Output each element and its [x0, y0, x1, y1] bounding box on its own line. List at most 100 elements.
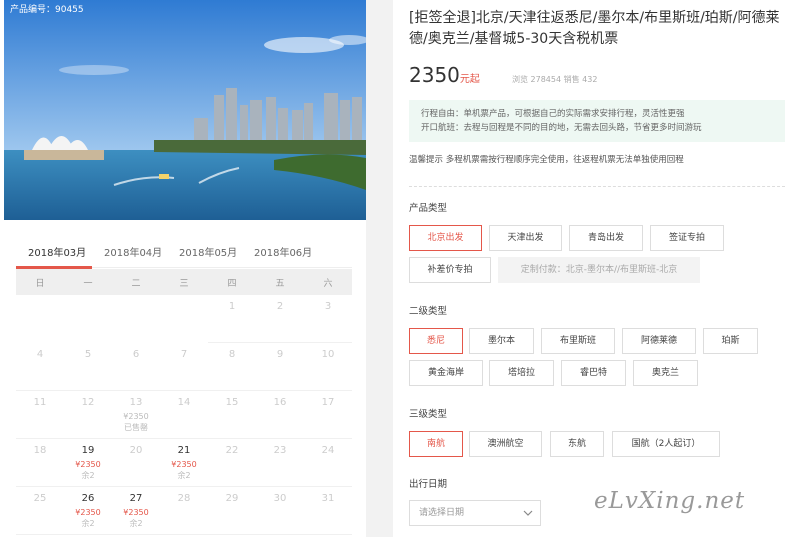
option-beijing-departure[interactable]: 北京出发	[409, 225, 482, 251]
option-level2-6[interactable]: 塔培拉	[489, 360, 554, 386]
weekday-label: 三	[179, 279, 189, 289]
level3-label: 三级类型	[409, 409, 448, 420]
option-gold-coast[interactable]: 黄金海岸	[409, 360, 483, 386]
day-price: ¥2350	[123, 508, 149, 517]
day-number: 19	[81, 445, 95, 456]
price-line: 2350元起 浏览 278454 销售 432	[409, 63, 597, 87]
day-price: ¥2350	[123, 412, 149, 421]
day-stock: 余2	[129, 519, 143, 528]
level2-label: 二级类型	[409, 306, 448, 317]
day-number: 3	[324, 301, 332, 312]
option-visa[interactable]: 签证专拍	[650, 225, 724, 251]
day-number: 31	[321, 493, 335, 504]
day-number: 14	[177, 397, 191, 408]
day-number: 7	[180, 349, 188, 360]
option-china-eastern[interactable]: 东航	[550, 431, 604, 457]
calendar-day[interactable]: 21 ¥2350 余2	[160, 439, 208, 487]
option-brisbane[interactable]: 布里斯班	[541, 328, 615, 354]
calendar-day: 17	[304, 391, 352, 439]
calendar-day: 25	[16, 487, 64, 535]
product-image: 产品编号：90455	[4, 0, 366, 220]
option-air-china[interactable]: 国航（2人起订）	[612, 431, 720, 457]
watermark: eLvXing.net	[594, 488, 746, 514]
sydney-harbour-image	[4, 0, 366, 220]
price-unit: 元起	[459, 74, 480, 85]
chevron-down-icon	[522, 501, 534, 535]
day-number: 17	[321, 397, 335, 408]
option-adelaide[interactable]: 阿德莱德	[622, 328, 696, 354]
option-auckland[interactable]: 奥克兰	[633, 360, 698, 386]
option-price-diff[interactable]: 补差价专拍	[409, 257, 491, 283]
tab-month-2[interactable]: 2018年04月	[104, 244, 162, 259]
calendar-day: 12	[64, 391, 112, 439]
day-number: 10	[321, 349, 335, 360]
calendar-day[interactable]: 19 ¥2350 余2	[64, 439, 112, 487]
day-number: 12	[81, 397, 95, 408]
calendar-day: 2	[256, 295, 304, 343]
calendar-day: 20	[112, 439, 160, 487]
day-number: 2	[276, 301, 284, 312]
calendar-day: 28	[160, 487, 208, 535]
price-value: 2350	[409, 63, 460, 87]
weekday-label: 四	[227, 279, 237, 289]
day-number: 15	[225, 397, 239, 408]
tab-month-1[interactable]: 2018年03月	[28, 244, 86, 259]
option-perth[interactable]: 珀斯	[703, 328, 758, 354]
date-select[interactable]: 请选择日期	[409, 500, 541, 526]
day-number: 27	[129, 493, 143, 504]
option-qantas[interactable]: 澳洲航空	[469, 431, 542, 457]
calendar-day[interactable]: 26 ¥2350 余2	[64, 487, 112, 535]
calendar-day: 18	[16, 439, 64, 487]
weekday-label: 一	[83, 279, 93, 289]
weekday-label: 日	[35, 279, 45, 289]
info-box: 行程自由：单机票产品，可根据自己的实际需求安排行程，灵活性更强 开口航班：去程与…	[409, 100, 785, 142]
weekday-header: 日 一 二 三 四 五 六	[16, 269, 352, 295]
calendar-day[interactable]: 27 ¥2350 余2	[112, 487, 160, 535]
calendar-day: 22	[208, 439, 256, 487]
day-number: 8	[228, 349, 236, 360]
date-select-value: 请选择日期	[419, 508, 465, 518]
day-number: 25	[33, 493, 47, 504]
calendar-day: 1	[208, 295, 256, 343]
divider	[409, 186, 785, 187]
day-number: 1	[228, 301, 236, 312]
calendar-day: 29	[208, 487, 256, 535]
view-sales-stats: 浏览 278454 销售 432	[512, 75, 598, 84]
day-number: 18	[33, 445, 47, 456]
day-number: 30	[273, 493, 287, 504]
option-tianjin-departure[interactable]: 天津出发	[489, 225, 562, 251]
day-stock: 余2	[81, 471, 95, 480]
tab-month-3[interactable]: 2018年05月	[179, 244, 237, 259]
left-panel: 产品编号：90455 2018年03月 2018年04月 2018年05月 20…	[0, 0, 366, 537]
calendar-day: 4	[16, 343, 64, 391]
calendar-day: 15	[208, 391, 256, 439]
calendar-grid: 1 2 3 4 5 6 7 8 9 10 11 12 13 ¥2350 已售罄 14 15 16 17 18 19 ¥23…	[16, 295, 352, 537]
option-qingdao-departure[interactable]: 青岛出发	[569, 225, 643, 251]
weekday-label: 五	[275, 279, 285, 289]
calendar-day: 9	[256, 343, 304, 391]
calendar-day: 10	[304, 343, 352, 391]
option-sydney[interactable]: 悉尼	[409, 328, 463, 354]
day-stock: 余2	[81, 519, 95, 528]
calendar-day: 11	[16, 391, 64, 439]
option-custom-payment: 定制付款：北京-墨尔本//布里斯班-北京	[498, 257, 700, 283]
day-number: 5	[84, 349, 92, 360]
weekday-label: 二	[131, 279, 141, 289]
warm-tip: 温馨提示 多程机票需按行程顺序完全使用，往返程机票无法单独使用回程	[409, 155, 684, 165]
day-stock: 余2	[177, 471, 191, 480]
option-level2-7[interactable]: 睿巴特	[561, 360, 626, 386]
tab-month-4[interactable]: 2018年06月	[254, 244, 312, 259]
calendar-day: 8	[208, 343, 256, 391]
day-number: 26	[81, 493, 95, 504]
day-number: 13	[129, 397, 143, 408]
day-price: ¥2350	[75, 508, 101, 517]
calendar-day: 31	[304, 487, 352, 535]
calendar-day: 14	[160, 391, 208, 439]
option-melbourne[interactable]: 墨尔本	[469, 328, 534, 354]
option-china-southern[interactable]: 南航	[409, 431, 463, 457]
day-number: 20	[129, 445, 143, 456]
day-number: 24	[321, 445, 335, 456]
calendar-day: 16	[256, 391, 304, 439]
day-number: 11	[33, 397, 47, 408]
calendar-day: 7	[160, 343, 208, 391]
